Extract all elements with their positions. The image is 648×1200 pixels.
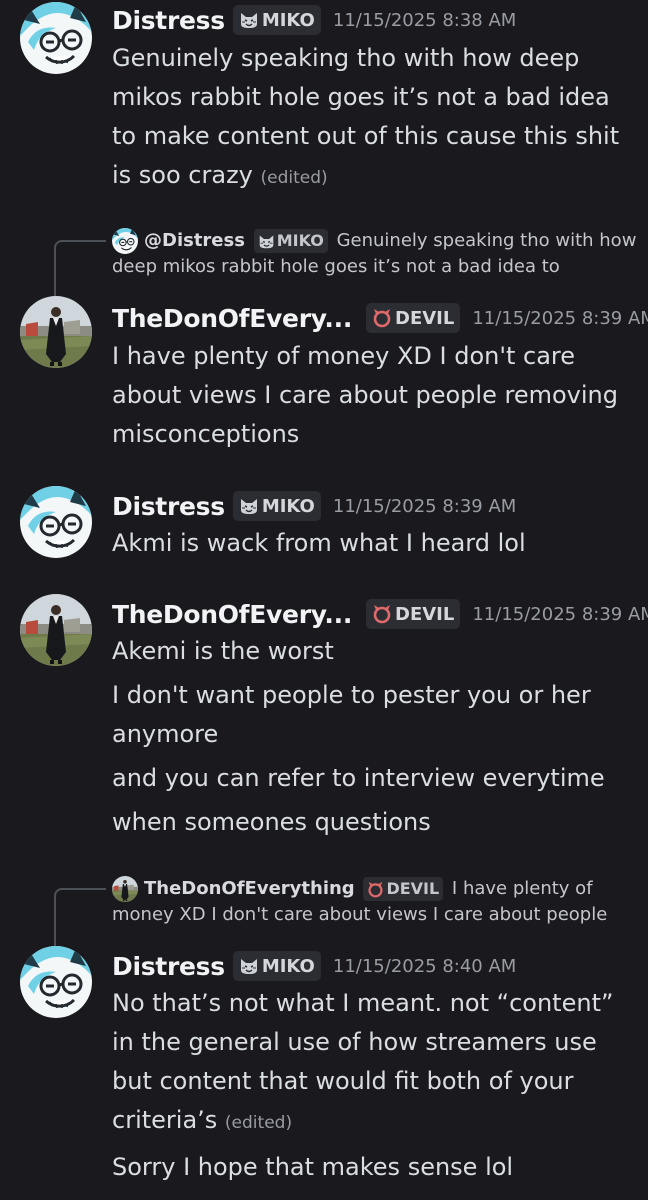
timestamp[interactable]: 11/15/2025 8:38 AM [333, 10, 516, 31]
message-line: No that’s not what I meant. not “content… [112, 989, 614, 1134]
devil-icon [372, 604, 392, 624]
avatar-image [20, 2, 92, 74]
message-header: TheDonOfEvery... DEVIL 11/15/2025 8:39 A… [112, 596, 648, 632]
message-line: Akemi is the worst [112, 637, 334, 665]
reply-avatar [112, 228, 138, 254]
reply-role-tag: MIKO [253, 229, 328, 253]
avatar-image [20, 946, 92, 1018]
edited-marker: (edited) [260, 168, 328, 188]
reply-role-tag-label: DEVIL [386, 879, 440, 898]
username[interactable]: Distress [112, 492, 225, 521]
cat-icon [239, 956, 259, 976]
user-avatar[interactable] [20, 296, 92, 368]
role-tag[interactable]: MIKO [232, 491, 321, 521]
message-content: Distress MIKO 11/15/2025 8:40 AM No that… [112, 948, 640, 1187]
reply-spine [54, 888, 106, 948]
timestamp[interactable]: 11/15/2025 8:39 AM [472, 308, 648, 329]
username[interactable]: Distress [112, 6, 225, 35]
avatar-image [20, 296, 92, 368]
message-content: Distress MIKO 11/15/2025 8:39 AM Akmi is… [112, 488, 640, 563]
user-avatar[interactable] [20, 2, 92, 74]
message-content: Distress MIKO 11/15/2025 8:38 AM Genuine… [112, 2, 640, 198]
reply-role-tag: DEVIL [363, 877, 444, 901]
message-line: I have plenty of money XD I don't care a… [112, 342, 618, 448]
message-line: I don't want people to pester you or her… [112, 681, 591, 748]
edited-marker: (edited) [224, 1113, 293, 1133]
role-tag[interactable]: DEVIL [366, 303, 461, 333]
role-tag[interactable]: DEVIL [366, 599, 461, 629]
timestamp[interactable]: 11/15/2025 8:40 AM [333, 956, 516, 977]
cat-icon [258, 233, 275, 250]
reply-username[interactable]: TheDonOfEverything [144, 878, 355, 899]
reply-role-tag-label: MIKO [276, 231, 324, 250]
avatar-image [20, 486, 92, 558]
message-content: TheDonOfEvery... DEVIL 11/15/2025 8:39 A… [112, 596, 648, 842]
timestamp[interactable]: 11/15/2025 8:39 AM [333, 496, 516, 517]
role-tag[interactable]: MIKO [232, 5, 321, 35]
user-avatar[interactable] [20, 594, 92, 666]
message-header: Distress MIKO 11/15/2025 8:38 AM [112, 2, 640, 38]
reply-username[interactable]: @Distress [144, 230, 245, 251]
message-line: Genuinely speaking tho with how deep mik… [112, 44, 620, 189]
message-line: Sorry I hope that makes sense lol [112, 1153, 514, 1181]
role-tag[interactable]: MIKO [232, 951, 321, 981]
message-line: when someones questions [112, 808, 431, 836]
user-avatar[interactable] [20, 486, 92, 558]
role-tag-label: DEVIL [395, 603, 455, 625]
cat-icon [239, 496, 259, 516]
devil-icon [372, 308, 392, 328]
reply-avatar [112, 876, 138, 902]
role-tag-label: MIKO [261, 955, 315, 977]
role-tag-label: DEVIL [395, 307, 455, 329]
message-header: TheDonOfEvery... DEVIL 11/15/2025 8:39 A… [112, 300, 648, 336]
message-text: No that’s not what I meant. not “content… [112, 984, 640, 1143]
devil-icon [367, 881, 384, 898]
message-header: Distress MIKO 11/15/2025 8:40 AM [112, 948, 640, 984]
message-content: TheDonOfEvery... DEVIL 11/15/2025 8:39 A… [112, 300, 648, 454]
user-avatar[interactable] [20, 946, 92, 1018]
reply-preview[interactable]: @Distress MIKO Genuinely speaking tho wi… [112, 228, 638, 280]
timestamp[interactable]: 11/15/2025 8:39 AM [472, 604, 648, 625]
message-line: and you can refer to interview everytime [112, 764, 605, 792]
cat-icon [239, 10, 259, 30]
username[interactable]: TheDonOfEvery... [112, 600, 352, 629]
reply-spine [54, 240, 106, 300]
message-line: Akmi is wack from what I heard lol [112, 529, 526, 557]
avatar-image [20, 594, 92, 666]
message-header: Distress MIKO 11/15/2025 8:39 AM [112, 488, 640, 524]
username[interactable]: TheDonOfEvery... [112, 304, 352, 333]
username[interactable]: Distress [112, 952, 225, 981]
role-tag-label: MIKO [261, 495, 315, 517]
reply-preview[interactable]: TheDonOfEverything DEVIL I have plenty o… [112, 876, 638, 928]
message-text: Genuinely speaking tho with how deep mik… [112, 39, 640, 198]
role-tag-label: MIKO [261, 9, 315, 31]
